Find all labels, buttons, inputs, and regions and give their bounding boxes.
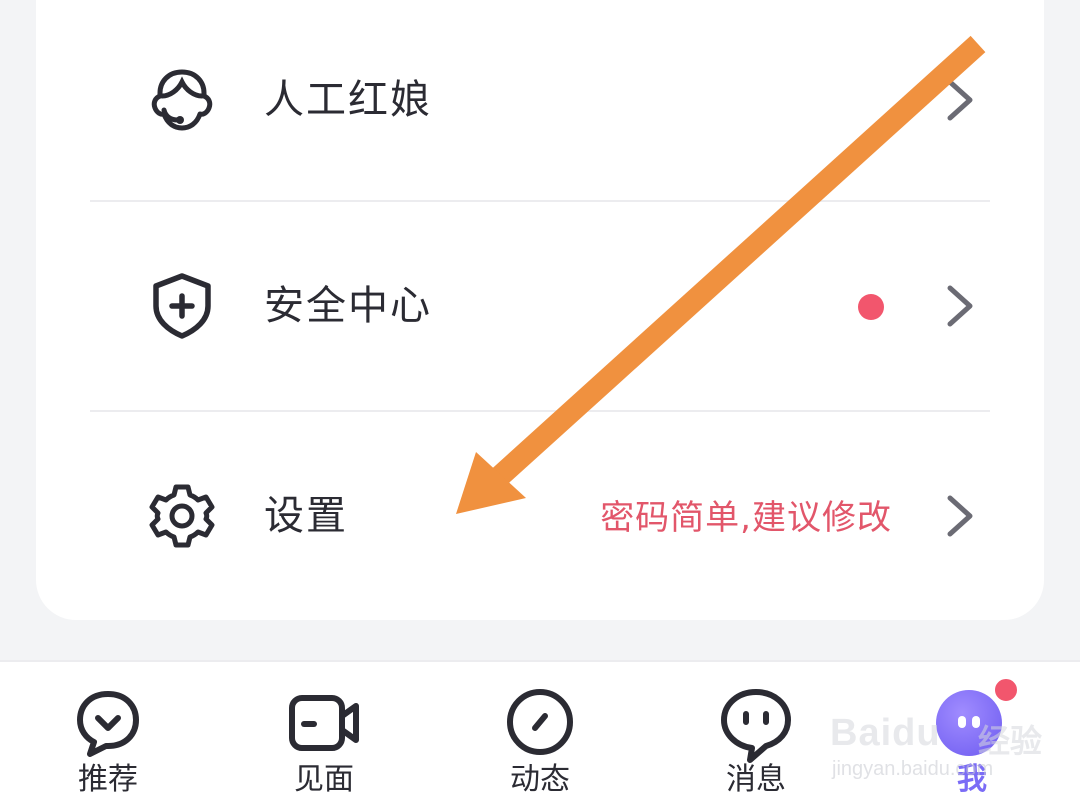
tab-moments[interactable]: 动态 bbox=[432, 662, 648, 810]
gear-icon bbox=[149, 484, 215, 548]
menu-item-security[interactable]: 安全中心 bbox=[36, 202, 1044, 412]
menu-item-settings[interactable]: 设置 密码简单,建议修改 bbox=[36, 412, 1044, 622]
watermark-url: jingyan.baidu.com bbox=[832, 758, 994, 780]
tab-label: 见面 bbox=[294, 762, 354, 797]
video-camera-icon bbox=[289, 695, 359, 751]
shield-plus-icon bbox=[153, 273, 211, 339]
heart-chat-icon bbox=[77, 691, 139, 757]
menu-card: 人工红娘 安全中心 设置 密码简单,建议修改 bbox=[36, 0, 1044, 620]
baidu-jingyan-watermark: Baidu 经验 jingyan.baidu.com bbox=[830, 712, 1070, 802]
compass-icon bbox=[507, 689, 573, 755]
tab-recommend[interactable]: 推荐 bbox=[0, 662, 216, 810]
tab-label: 推荐 bbox=[78, 762, 138, 797]
menu-item-matchmaker[interactable]: 人工红娘 bbox=[36, 0, 1044, 204]
watermark-logo: Baidu bbox=[830, 712, 941, 754]
chat-bubble-icon bbox=[721, 689, 791, 763]
watermark-suffix: 经验 bbox=[978, 722, 1043, 760]
matchmaker-headset-icon bbox=[151, 69, 213, 131]
tab-label: 动态 bbox=[510, 762, 570, 797]
notification-dot bbox=[858, 294, 884, 320]
chevron-right-icon bbox=[947, 495, 973, 537]
chevron-right-icon bbox=[947, 285, 973, 327]
menu-item-label: 设置 bbox=[264, 493, 348, 539]
tab-meet[interactable]: 见面 bbox=[216, 662, 432, 810]
menu-item-label: 人工红娘 bbox=[264, 77, 432, 123]
menu-item-label: 安全中心 bbox=[264, 283, 432, 329]
chevron-right-icon bbox=[947, 79, 973, 121]
notification-badge bbox=[992, 676, 1020, 704]
password-weak-hint: 密码简单,建议修改 bbox=[600, 498, 892, 538]
